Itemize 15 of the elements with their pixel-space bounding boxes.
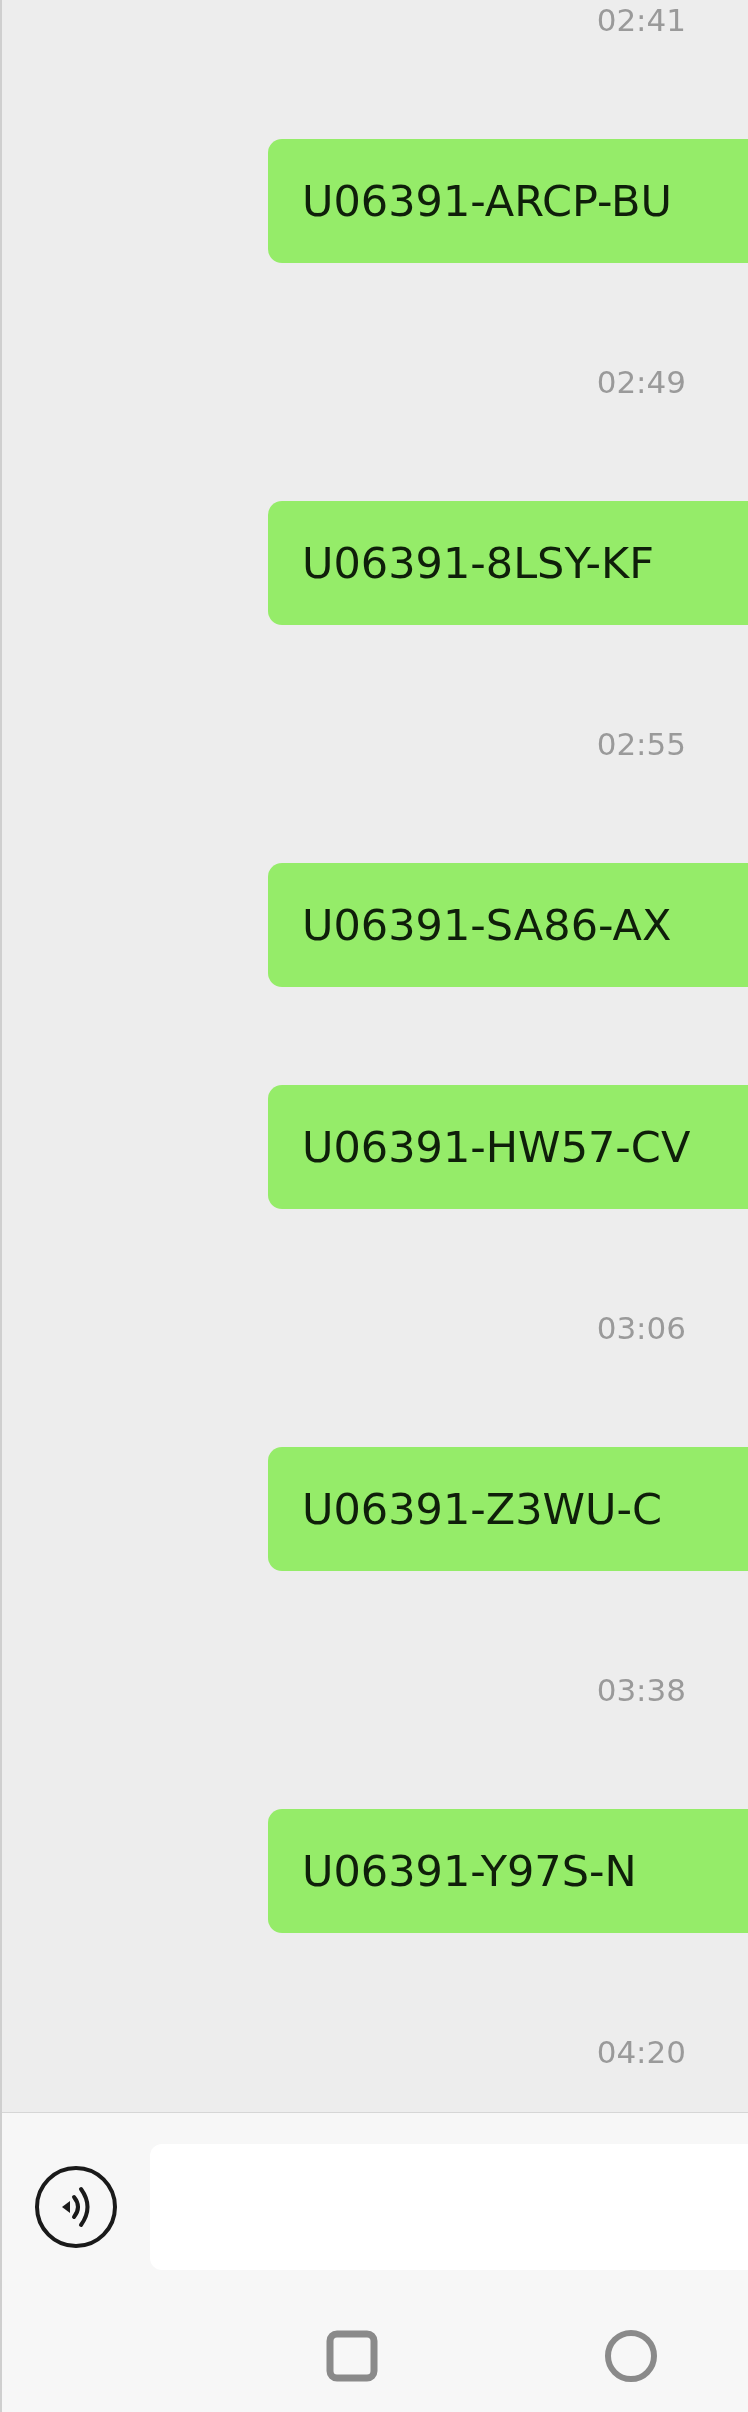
home-icon[interactable]: [604, 2329, 658, 2383]
message-bubble: U06391-8LSY-KF: [268, 500, 748, 625]
timestamp: 04:20: [596, 2032, 686, 2072]
message-bubble: U06391-ARCP-BU: [268, 138, 748, 263]
message-bubble: U06391-SA86-AX: [268, 862, 748, 987]
timestamp: 02:41: [596, 1, 686, 40]
message-bubble: U06391-Y97S-N: [268, 1809, 748, 1934]
voice-icon[interactable]: [34, 2164, 118, 2249]
timestamp: 03:38: [596, 1671, 686, 1711]
timestamp: 02:49: [596, 362, 686, 402]
message-bubble: U06391-Z3WU-C: [268, 1447, 748, 1572]
timestamp: 03:06: [596, 1309, 686, 1349]
timestamp: 02:55: [596, 724, 686, 764]
recents-icon[interactable]: [326, 2330, 378, 2382]
message-bubble: U06391-HW57-CV: [268, 1085, 748, 1210]
